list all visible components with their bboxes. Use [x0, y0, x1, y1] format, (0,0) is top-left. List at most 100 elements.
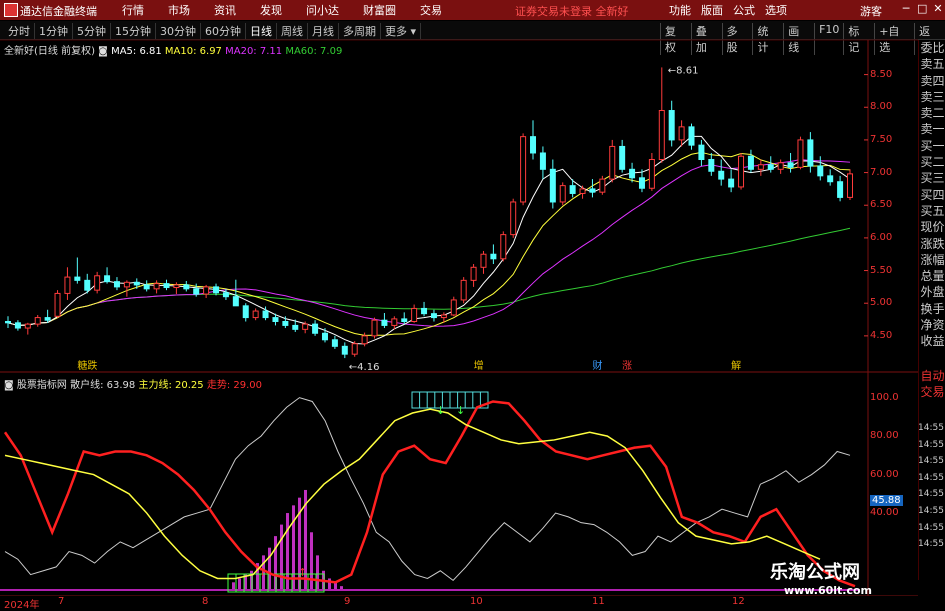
- ma-config-icon[interactable]: ◙: [98, 46, 111, 57]
- event-marker[interactable]: 解: [731, 359, 741, 372]
- candle: [539, 146, 546, 180]
- candle: [5, 316, 11, 329]
- candle: [84, 273, 91, 294]
- candle: [708, 152, 715, 176]
- time-label: 14:55: [918, 505, 944, 516]
- time-label: 14:55: [918, 456, 944, 467]
- candle: [688, 123, 695, 150]
- candle: [94, 271, 101, 294]
- watermark-title: 乐淘公式网: [770, 562, 860, 583]
- price-tick-label: 8.50: [870, 68, 893, 80]
- sidebar-item-14[interactable]: 总量: [919, 268, 945, 284]
- candle: [371, 317, 378, 339]
- candle: [500, 231, 507, 262]
- candle: [480, 250, 487, 274]
- candle: [549, 159, 556, 209]
- candles-group: ←8.61 ←4.16 糖跌 增 财 涨 解: [5, 65, 868, 373]
- candle: [351, 341, 358, 357]
- candle: [609, 139, 616, 183]
- time-label: 14:55: [918, 522, 944, 533]
- ma5-value: MA5: 6.81: [111, 46, 162, 57]
- sidebar-item-12[interactable]: 涨跌: [919, 236, 945, 252]
- candle: [807, 132, 814, 173]
- osc-bar: [280, 524, 283, 590]
- sidebar-item-7[interactable]: 买二: [919, 154, 945, 170]
- event-marker[interactable]: 糖跌: [77, 359, 97, 372]
- sidebar-item-4[interactable]: 卖二: [919, 105, 945, 121]
- candle: [460, 277, 467, 304]
- sidebar-item-9[interactable]: 买四: [919, 187, 945, 203]
- candle: [678, 120, 685, 147]
- sidebar-item-16[interactable]: 换手: [919, 301, 945, 317]
- candle: [381, 313, 388, 329]
- sidebar-item-3[interactable]: 卖三: [919, 89, 945, 105]
- osc-tick-label: 60.00: [870, 468, 899, 480]
- event-marker[interactable]: 涨: [622, 360, 632, 372]
- time-label: 14:55: [918, 423, 944, 433]
- sidebar-lower-0[interactable]: 自动: [919, 368, 945, 384]
- candle: [777, 159, 784, 174]
- event-marker[interactable]: 财: [592, 359, 602, 372]
- event-marker[interactable]: 增: [474, 359, 484, 372]
- sidebar-item-2[interactable]: 卖四: [919, 73, 945, 89]
- ma10-value: MA10: 6.97: [164, 46, 222, 57]
- candle: [54, 290, 61, 318]
- osc-value-tag: 45.88: [870, 494, 903, 506]
- sidebar-lower-1[interactable]: 交易: [919, 384, 945, 400]
- sidebar-item-8[interactable]: 买三: [919, 170, 945, 186]
- indicator-config-icon[interactable]: ◙: [4, 380, 17, 391]
- price-tick-label: 5.50: [870, 264, 893, 276]
- price-tick-label: 8.00: [870, 101, 893, 113]
- candle: [242, 303, 249, 322]
- sidebar-item-6[interactable]: 买一: [919, 138, 945, 154]
- price-tick-label: 7.50: [870, 133, 893, 145]
- candle: [619, 139, 626, 173]
- chart-canvas[interactable]: ←8.61 ←4.16 糖跌 增 财 涨 解 ↑ ↑ ↓ ↓: [0, 0, 918, 596]
- candle: [817, 156, 824, 181]
- candle: [559, 182, 566, 206]
- sidebar-item-15[interactable]: 外盘: [919, 284, 945, 300]
- candle: [648, 152, 655, 191]
- sidebar-item-1[interactable]: 卖五: [919, 56, 945, 72]
- oscillator-group: ↑ ↑ ↓ ↓: [0, 391, 860, 593]
- sidebar-item-10[interactable]: 买五: [919, 203, 945, 219]
- maximize-icon[interactable]: □: [917, 2, 927, 15]
- candle: [391, 316, 398, 330]
- sidebar-item-13[interactable]: 涨幅: [919, 252, 945, 268]
- close-icon[interactable]: ✕: [933, 2, 943, 15]
- time-label: 14:55: [918, 489, 944, 500]
- price-tick-label: 4.50: [870, 329, 893, 341]
- candle: [738, 152, 745, 190]
- sidebar-item-5[interactable]: 卖一: [919, 121, 945, 137]
- candle: [490, 244, 497, 265]
- month-label: 8: [202, 596, 209, 607]
- candle: [64, 267, 71, 300]
- signal-arrow-icon: ↑: [298, 566, 307, 579]
- month-label: 10: [470, 596, 483, 607]
- candle: [698, 139, 705, 167]
- sidebar-item-18[interactable]: 收益: [919, 333, 945, 349]
- candle: [450, 296, 457, 317]
- main-chart-header: 全新好(日线 前复权) ◙ MA5: 6.81 MA10: 6.97 MA20:…: [4, 42, 342, 57]
- signal-arrow-icon: ↓: [456, 404, 465, 417]
- candle: [747, 149, 754, 173]
- high-annotation: ←8.61: [668, 65, 699, 76]
- ma60-value: MA60: 7.09: [285, 46, 343, 57]
- time-label: 14:55: [918, 439, 944, 450]
- candle: [252, 308, 259, 321]
- sidebar-item-17[interactable]: 净资: [919, 317, 945, 333]
- candle: [113, 277, 120, 291]
- candle: [133, 278, 140, 289]
- osc-tick-label: 100.0: [870, 391, 899, 403]
- ma20-value: MA20: 7.11: [225, 46, 283, 57]
- trend-value: 走势: 29.00: [206, 380, 263, 391]
- sidebar-item-11[interactable]: 现价: [919, 219, 945, 235]
- candle: [530, 120, 537, 160]
- osc-tick-label: 80.00: [870, 430, 899, 442]
- retail-line-value: 散户线: 63.98: [70, 380, 136, 391]
- candle: [728, 169, 735, 193]
- sidebar-item-0[interactable]: 委比: [919, 40, 945, 56]
- candle: [827, 169, 834, 186]
- candle: [213, 283, 220, 296]
